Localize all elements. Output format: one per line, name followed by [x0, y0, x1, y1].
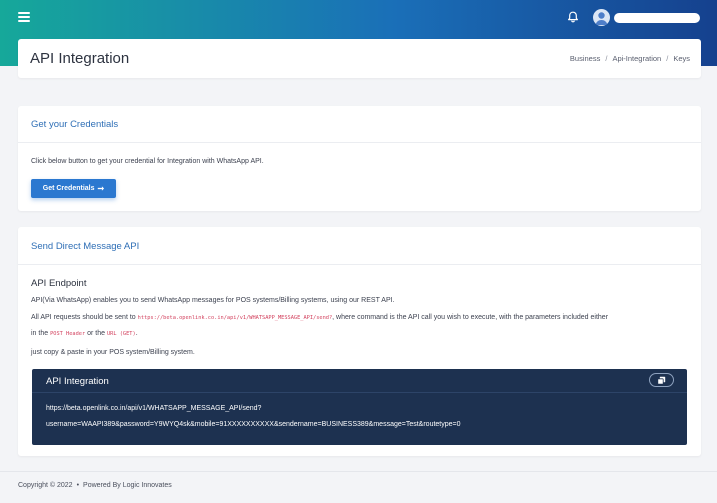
- footer-powered-by[interactable]: Powered By Logic Innovates: [83, 482, 172, 489]
- breadcrumb-item-api-integration[interactable]: Api-Integration: [612, 54, 661, 63]
- api-requests-text: All API requests should be sent to https…: [31, 314, 608, 321]
- credentials-card-title: Get your Credentials: [31, 119, 119, 130]
- copy-icon: [657, 376, 666, 385]
- breadcrumb-item-keys: Keys: [673, 54, 690, 63]
- params-or: or the: [87, 330, 106, 337]
- credentials-card: Get your Credentials Click below button …: [18, 106, 701, 211]
- requests-url-code: https://beta.openlink.co.in/api/v1/WHATS…: [137, 315, 333, 321]
- copy-button[interactable]: [649, 373, 674, 387]
- footer-divider: [0, 471, 717, 472]
- breadcrumb-item-business[interactable]: Business: [570, 54, 600, 63]
- bell-icon[interactable]: [566, 10, 580, 24]
- username-label[interactable]: [614, 13, 700, 23]
- code-url-line: https://beta.openlink.co.in/api/v1/WHATS…: [46, 405, 262, 412]
- get-credentials-button-label: Get Credentials: [42, 185, 95, 192]
- page-title: API Integration: [30, 50, 130, 67]
- footer: Copyright © 2022 • Powered By Logic Innova…: [18, 482, 172, 489]
- requests-suffix: , where command is the API call you wish…: [332, 314, 609, 321]
- api-endpoint-heading: API Endpoint: [31, 278, 87, 289]
- api-params-text: in the POST Header or the URL (GET).: [31, 330, 138, 337]
- direct-message-card-title: Send Direct Message API: [31, 241, 140, 252]
- hamburger-menu-icon[interactable]: [18, 12, 30, 22]
- code-params-line: username=WAAPI389&password=Y9WYQ4sk&mobi…: [46, 421, 461, 428]
- page-header: API Integration Business / Api-Integration…: [18, 39, 701, 78]
- get-credentials-button[interactable]: Get Credentials ➞: [31, 179, 116, 198]
- direct-message-api-card: Send Direct Message API API Endpoint API…: [18, 227, 701, 456]
- api-description: API(Via WhatsApp) enables you to send Wh…: [31, 297, 395, 304]
- arrow-right-icon: ➞: [97, 184, 105, 193]
- requests-prefix: All API requests should be sent to: [31, 314, 136, 321]
- copy-paste-instruction: just copy & paste in your POS system/Bil…: [31, 349, 195, 356]
- url-get-code: URL (GET): [106, 331, 136, 337]
- footer-copyright: Copyright © 2022: [18, 482, 73, 489]
- params-end: .: [135, 330, 138, 337]
- card-divider: [18, 142, 701, 143]
- breadcrumb: Business / Api-Integration / Keys: [569, 54, 690, 63]
- code-panel-title: API Integration: [46, 376, 109, 387]
- credentials-description: Click below button to get your credentia…: [31, 158, 264, 165]
- params-prefix: in the: [31, 330, 49, 337]
- card-divider: [18, 264, 701, 265]
- user-avatar-icon[interactable]: [593, 9, 610, 26]
- code-panel-divider: [32, 392, 687, 393]
- post-header-code: POST Header: [50, 331, 86, 337]
- api-integration-code-panel: API Integration https://beta.openlink.co…: [32, 369, 687, 445]
